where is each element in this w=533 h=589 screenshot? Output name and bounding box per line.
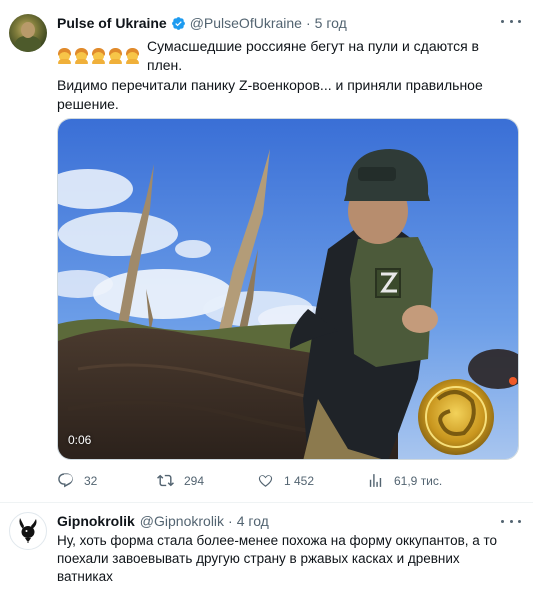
- emoji-person-icon: [91, 48, 106, 64]
- emoji-person-icon: [108, 48, 123, 64]
- author-avatar[interactable]: [9, 14, 47, 52]
- tweet-text-2: Видимо перечитали панику Z-военкоров... …: [57, 77, 483, 112]
- retweet-count: 294: [184, 473, 205, 488]
- avatar-face: [21, 22, 35, 38]
- views-button[interactable]: 61,9 тис.: [367, 472, 442, 489]
- reply-separator: ·: [228, 513, 233, 529]
- verified-badge-icon: [171, 16, 185, 30]
- playboy-bunny-icon: [19, 518, 37, 543]
- tweet-text-1: Сумасшедшие россияне бегут на пули и сда…: [147, 38, 479, 73]
- emoji-person-icon: [125, 48, 140, 64]
- emoji-person-icon: [74, 48, 89, 64]
- reply-button[interactable]: 32: [57, 472, 97, 489]
- author-handle[interactable]: @PulseOfUkraine: [190, 15, 302, 31]
- reply-text: Ну, хоть форма стала более-менее похожа …: [57, 533, 498, 584]
- author-name[interactable]: Pulse of Ukraine: [57, 15, 167, 31]
- more-icon[interactable]: [501, 14, 521, 28]
- video-duration: 0:06: [68, 433, 92, 447]
- video-frame: [58, 119, 518, 459]
- header-separator: ·: [305, 15, 311, 31]
- reply-author-name[interactable]: Gipnokrolik: [57, 513, 135, 529]
- tweet-text-line1: Сумасшедшие россияне бегут на пули и сда…: [57, 37, 517, 75]
- reply-timestamp[interactable]: 4 год: [237, 513, 269, 529]
- like-button[interactable]: 1 452: [257, 472, 314, 489]
- emoji-person-icon: [57, 48, 72, 64]
- like-count: 1 452: [284, 473, 315, 488]
- reply-author-handle[interactable]: @Gipnokrolik: [140, 513, 224, 529]
- tweet-header: Pulse of Ukraine @PulseOfUkraine · 5 год: [57, 14, 347, 32]
- tweet-divider: [0, 502, 533, 503]
- tweet-actions: 32 294 1 452 61,9 тис.: [57, 472, 517, 492]
- reply-icon: [58, 473, 73, 488]
- video-player[interactable]: 0:06: [57, 118, 519, 460]
- retweet-icon: [157, 474, 174, 487]
- avatar-figure: [15, 36, 41, 52]
- reply-more-icon[interactable]: [501, 514, 521, 528]
- reply-count: 32: [84, 473, 98, 488]
- retweet-button[interactable]: 294: [157, 472, 204, 489]
- views-icon: [369, 474, 382, 487]
- views-count: 61,9 тис.: [394, 473, 443, 488]
- emoji-group: [57, 48, 142, 64]
- tweet-timestamp[interactable]: 5 год: [315, 15, 347, 31]
- like-icon: [258, 475, 273, 487]
- reply-header: Gipnokrolik @Gipnokrolik · 4 год: [57, 512, 269, 530]
- reply-author-avatar[interactable]: [9, 512, 47, 550]
